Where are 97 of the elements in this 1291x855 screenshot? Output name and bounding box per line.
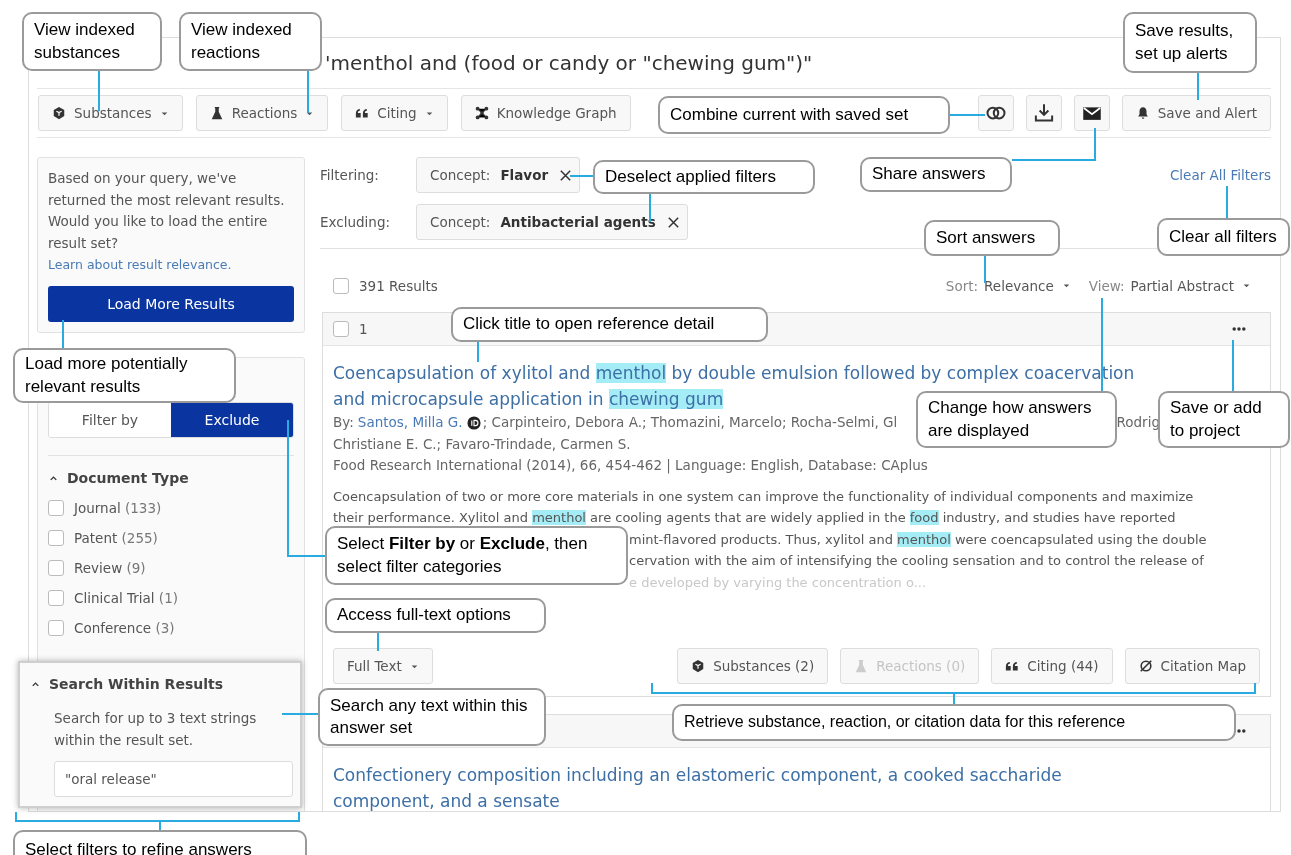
callout: View indexed reactions bbox=[179, 12, 322, 71]
cube-icon bbox=[691, 659, 706, 673]
callout: View indexed substances bbox=[22, 12, 162, 71]
combine-button[interactable] bbox=[977, 95, 1014, 131]
section-title[interactable]: Search Within Results bbox=[49, 676, 223, 692]
filter-mode-tab[interactable]: Exclude bbox=[171, 403, 293, 437]
filter-option[interactable]: Review (9) bbox=[74, 560, 146, 576]
cube-icon bbox=[52, 106, 66, 120]
filter-label: Filtering: bbox=[320, 167, 380, 183]
callout: Sort answers bbox=[924, 220, 1060, 256]
search-input-field[interactable]: "oral release" bbox=[54, 761, 293, 797]
sort-label: Sort: bbox=[945, 277, 979, 294]
callout: Clear all filters bbox=[1157, 218, 1290, 256]
author-link[interactable]: Santos, Milla G. bbox=[357, 412, 463, 434]
close-icon bbox=[665, 214, 681, 230]
callout: Save or add to project bbox=[1158, 391, 1290, 448]
bell-icon bbox=[1135, 106, 1150, 120]
share-button[interactable] bbox=[1073, 95, 1110, 131]
leader-line bbox=[570, 175, 593, 177]
reference-action-button[interactable]: Substances (2) bbox=[677, 648, 829, 684]
callout: Combine current with saved set bbox=[658, 96, 950, 134]
checkbox[interactable] bbox=[48, 620, 64, 636]
callout: Retrieve substance, reaction, or citation data for this reference bbox=[672, 704, 1236, 741]
leader-line bbox=[477, 342, 479, 362]
close-icon bbox=[558, 167, 574, 183]
filter-label: Excluding: bbox=[320, 214, 391, 230]
relevance-link[interactable]: Learn about result relevance. bbox=[48, 254, 232, 276]
callout: Load more potentially relevant results bbox=[13, 348, 236, 403]
leader-line bbox=[282, 713, 318, 715]
leader-line bbox=[98, 71, 100, 111]
source-text: Food Research International (2014), 66, 454-462 | Language: English, Database: CAplus bbox=[333, 456, 929, 476]
filter-option[interactable]: Patent (255) bbox=[74, 530, 158, 546]
circle-slash-icon bbox=[1138, 659, 1153, 673]
toolbar-button[interactable]: Reactions bbox=[195, 95, 329, 131]
callout: Search any text within this answer set bbox=[318, 688, 546, 746]
leader-line bbox=[984, 256, 986, 283]
save-alert-button[interactable]: Save and Alert bbox=[1121, 95, 1271, 131]
callout: Select Filter by or Exclude, then select filter categories bbox=[325, 526, 628, 585]
leader-line bbox=[62, 320, 64, 348]
view-label: View: bbox=[1088, 277, 1125, 294]
notice-text: Based on your query, we've returned the most relevant results. Would you like to load the entire result set? bbox=[48, 169, 286, 253]
query-title: 'menthol and (food or candy or "chewing gum")" bbox=[325, 51, 813, 75]
authors-label: By: bbox=[333, 413, 354, 432]
download-icon bbox=[1033, 103, 1054, 123]
network-icon bbox=[474, 106, 489, 120]
checkbox[interactable] bbox=[48, 560, 64, 576]
author-list: ; Carpinteiro, Debora A.; Thomazini, Marcelo; Rocha-Selmi, Gl bbox=[482, 412, 898, 434]
caret-icon bbox=[1242, 281, 1251, 290]
load-more-button[interactable]: Load More Results bbox=[48, 285, 294, 322]
leader-line bbox=[1197, 73, 1199, 100]
callout: Access full-text options bbox=[325, 598, 546, 633]
callout: Deselect applied filters bbox=[593, 160, 815, 194]
section-title[interactable]: Document Type bbox=[67, 470, 189, 486]
checkbox[interactable] bbox=[48, 530, 64, 546]
callout: Select filters to refine answers bbox=[13, 830, 307, 855]
flask-icon bbox=[209, 106, 224, 120]
toolbar-button[interactable]: Citing bbox=[341, 95, 448, 131]
clear-filters-link[interactable]: Clear All Filters bbox=[1169, 167, 1271, 183]
caret-icon bbox=[1061, 281, 1071, 290]
quote-icon bbox=[1005, 659, 1020, 673]
checkbox[interactable] bbox=[48, 590, 64, 606]
callout: Click title to open reference detail bbox=[451, 307, 768, 342]
leader-line bbox=[649, 194, 651, 222]
leader-line bbox=[1232, 340, 1234, 391]
filter-chip[interactable]: Concept: Antibacterial agents bbox=[416, 204, 688, 240]
leader-line bbox=[307, 71, 309, 113]
abstract-line: Coencapsulation of two or more core materials in one system can improve the functionality of individual components and maximize bbox=[333, 488, 1194, 504]
quote-icon bbox=[355, 106, 370, 120]
id-badge-icon bbox=[466, 415, 481, 430]
leader-line bbox=[377, 633, 379, 651]
result-title-link[interactable]: Confectionery composition including an elastomeric component, a cooked saccharide component, and a sensate bbox=[333, 762, 1158, 811]
result-number: 1 bbox=[359, 321, 368, 337]
leader-line bbox=[950, 114, 985, 116]
results-count: 391 Results bbox=[359, 277, 438, 294]
hint-text: Search for up to 3 text strings within the result set. bbox=[53, 709, 258, 750]
callout: Share answers bbox=[860, 157, 1012, 192]
filter-option[interactable]: Journal (133) bbox=[74, 500, 162, 516]
abstract-line: cervation with the aim of intensifying the cooling sensation and to control the release of bbox=[629, 553, 1204, 568]
filter-chip[interactable]: Concept: Flavor bbox=[416, 157, 581, 193]
reference-action-button[interactable]: Citation Map bbox=[1124, 648, 1260, 684]
view-dropdown[interactable]: Partial Abstract bbox=[1130, 277, 1251, 294]
toolbar-button[interactable]: Substances bbox=[38, 95, 183, 131]
checkbox[interactable] bbox=[333, 277, 349, 294]
checkbox[interactable] bbox=[333, 321, 349, 337]
filter-option[interactable]: Clinical Trial (1) bbox=[74, 590, 178, 606]
reference-action-button[interactable]: Citing (44) bbox=[991, 648, 1113, 684]
toolbar-button[interactable]: Knowledge Graph bbox=[460, 95, 631, 131]
flask-icon bbox=[854, 659, 869, 673]
leader-line bbox=[1226, 186, 1228, 218]
checkbox[interactable] bbox=[48, 500, 64, 516]
abstract-line: mint-flavored products. Thus, xylitol and menthol were coencapsulated using the double bbox=[629, 531, 1207, 547]
abstract-line: their performance. Xylitol and menthol are cooling agents that are widely applied in the food industry, and studies have reported bbox=[333, 510, 1176, 525]
callout: Save results, set up alerts bbox=[1123, 12, 1257, 73]
download-button[interactable] bbox=[1025, 95, 1062, 131]
sort-dropdown[interactable]: Relevance bbox=[984, 277, 1071, 294]
filter-option[interactable]: Conference (3) bbox=[74, 620, 175, 636]
full-text-button[interactable]: Full Text bbox=[333, 648, 433, 684]
